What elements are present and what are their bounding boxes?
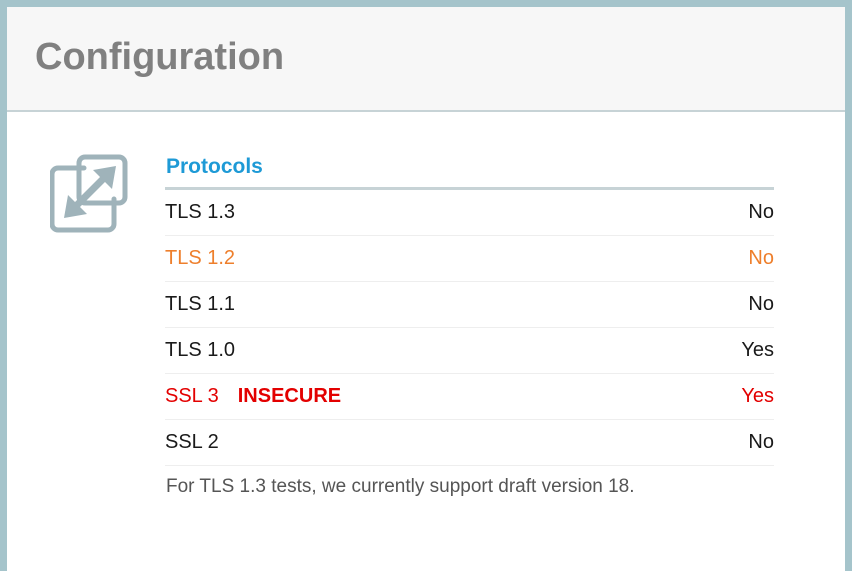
- tls-1-3-note: For TLS 1.3 tests, we currently support …: [166, 476, 635, 498]
- configuration-panel: Configuration Protocols TLS 1.3 No TLS 1…: [7, 7, 845, 571]
- protocols-section: Protocols TLS 1.3 No TLS 1.2 No TLS 1.1 …: [165, 155, 774, 498]
- protocol-row-tls-1-0: TLS 1.0 Yes: [165, 328, 774, 375]
- page-title: Configuration: [35, 36, 285, 78]
- panel-header: Configuration: [7, 7, 845, 112]
- protocol-name: TLS 1.1: [165, 293, 236, 316]
- insecure-flag: INSECURE: [237, 385, 342, 408]
- expand-arrows-icon: [50, 154, 128, 233]
- protocol-row-tls-1-1: TLS 1.1 No: [165, 282, 774, 329]
- protocol-support-value: No: [748, 247, 774, 270]
- protocol-name: TLS 1.3: [165, 201, 236, 224]
- protocol-support-value: No: [748, 201, 774, 224]
- protocol-row-ssl-3: SSL 3 INSECURE Yes: [165, 374, 774, 421]
- protocol-name: SSL 2: [165, 431, 219, 454]
- protocol-name: TLS 1.2: [165, 247, 236, 270]
- protocol-list: TLS 1.3 No TLS 1.2 No TLS 1.1 No TLS 1.0…: [165, 190, 774, 467]
- protocol-row-tls-1-3: TLS 1.3 No: [165, 190, 774, 237]
- protocol-row-tls-1-2: TLS 1.2 No: [165, 236, 774, 283]
- protocol-name: TLS 1.0: [165, 339, 236, 362]
- protocol-support-value: No: [748, 431, 774, 454]
- protocol-name: SSL 3: [165, 385, 219, 408]
- protocol-row-ssl-2: SSL 2 No: [165, 420, 774, 467]
- protocol-support-value: Yes: [741, 385, 774, 408]
- protocol-support-value: No: [748, 293, 774, 316]
- protocol-support-value: Yes: [741, 339, 774, 362]
- section-title: Protocols: [165, 155, 774, 191]
